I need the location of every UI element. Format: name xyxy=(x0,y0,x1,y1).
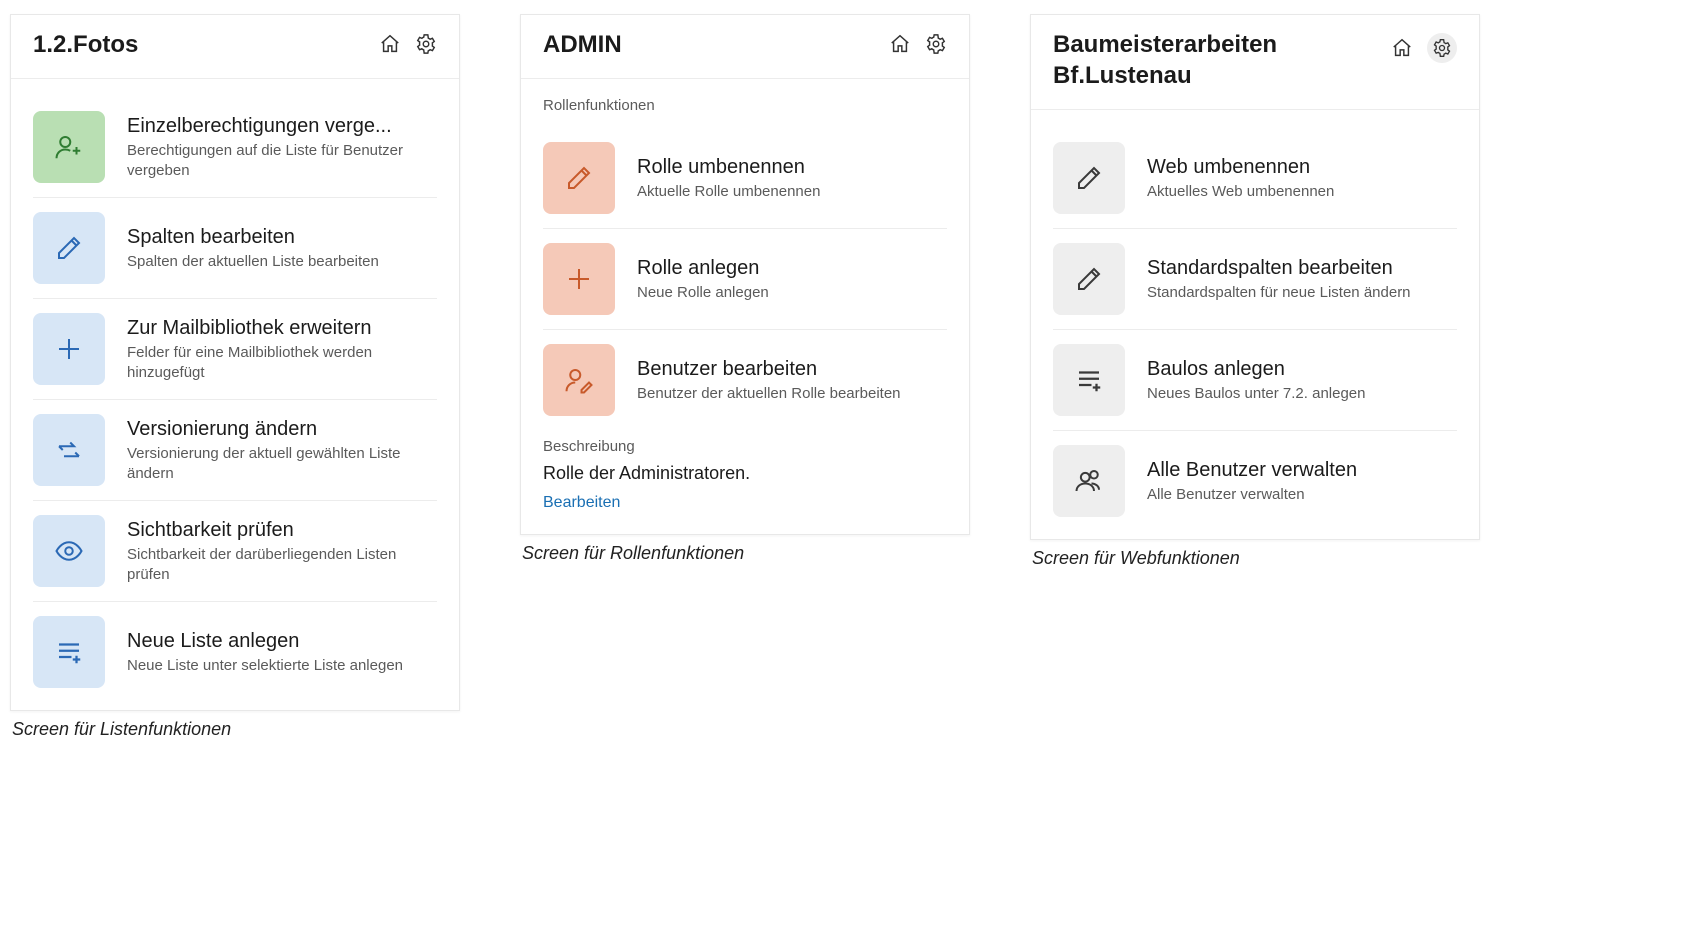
list-add-icon xyxy=(33,616,105,688)
create-baulos-item[interactable]: Baulos anlegen Neues Baulos unter 7.2. a… xyxy=(1053,330,1457,430)
panel-caption: Screen für Webfunktionen xyxy=(1032,548,1480,569)
item-title: Sichtbarkeit prüfen xyxy=(127,517,437,543)
item-sub: Neues Baulos unter 7.2. anlegen xyxy=(1147,384,1366,404)
visibility-item[interactable]: Sichtbarkeit prüfen Sichtbarkeit der dar… xyxy=(33,501,437,601)
item-sub: Aktuelles Web umbenennen xyxy=(1147,182,1334,202)
users-icon xyxy=(1053,445,1125,517)
item-title: Rolle anlegen xyxy=(637,255,769,281)
item-title: Benutzer bearbeiten xyxy=(637,356,901,382)
item-title: Spalten bearbeiten xyxy=(127,224,379,250)
gear-icon[interactable] xyxy=(415,33,437,55)
home-icon[interactable] xyxy=(889,33,911,55)
new-list-item[interactable]: Neue Liste anlegen Neue Liste unter sele… xyxy=(33,602,437,702)
panel-caption: Screen für Listenfunktionen xyxy=(12,719,460,740)
item-sub: Sichtbarkeit der darüberliegenden Listen… xyxy=(127,545,437,586)
item-sub: Neue Rolle anlegen xyxy=(637,283,769,303)
item-sub: Aktuelle Rolle umbenennen xyxy=(637,182,820,202)
item-sub: Versionierung der aktuell gewählten List… xyxy=(127,444,437,485)
versioning-item[interactable]: Versionierung ändern Versionierung der a… xyxy=(33,400,437,500)
edit-description-link[interactable]: Bearbeiten xyxy=(543,494,947,512)
gear-icon[interactable] xyxy=(1427,33,1457,63)
create-role-item[interactable]: Rolle anlegen Neue Rolle anlegen xyxy=(543,229,947,330)
rename-web-item[interactable]: Web umbenennen Aktuelles Web umbenennen xyxy=(1053,128,1457,229)
item-title: Einzelberechtigungen verge... xyxy=(127,113,437,139)
plus-icon xyxy=(543,243,615,315)
item-title: Baulos anlegen xyxy=(1147,356,1366,382)
item-title: Alle Benutzer verwalten xyxy=(1147,457,1357,483)
panel-title: 1.2.Fotos xyxy=(33,29,138,60)
web-functions-panel: Baumeisterarbeiten Bf.Lustenau Web umben… xyxy=(1030,14,1480,540)
gear-icon[interactable] xyxy=(925,33,947,55)
panel-caption: Screen für Rollenfunktionen xyxy=(522,543,970,564)
edit-columns-item[interactable]: Spalten bearbeiten Spalten der aktuellen… xyxy=(33,198,437,299)
item-sub: Neue Liste unter selektierte Liste anleg… xyxy=(127,656,403,676)
eye-icon xyxy=(33,515,105,587)
item-title: Rolle umbenennen xyxy=(637,154,820,180)
panel-title: ADMIN xyxy=(543,29,622,60)
item-sub: Spalten der aktuellen Liste bearbeiten xyxy=(127,252,379,272)
home-icon[interactable] xyxy=(379,33,401,55)
edit-users-item[interactable]: Benutzer bearbeiten Benutzer der aktuell… xyxy=(543,330,947,430)
manage-users-item[interactable]: Alle Benutzer verwalten Alle Benutzer ve… xyxy=(1053,431,1457,531)
item-sub: Berechtigungen auf die Liste für Benutze… xyxy=(127,141,437,182)
plus-icon xyxy=(33,313,105,385)
pencil-icon xyxy=(1053,142,1125,214)
item-title: Versionierung ändern xyxy=(127,416,437,442)
role-functions-panel: ADMIN Rollenfunktionen Rolle umbenennen … xyxy=(520,14,970,535)
pencil-icon xyxy=(543,142,615,214)
description-label: Beschreibung xyxy=(543,438,947,455)
user-plus-icon xyxy=(33,111,105,183)
user-edit-icon xyxy=(543,344,615,416)
list-functions-panel: 1.2.Fotos Einzelberechtigungen verge... … xyxy=(10,14,460,711)
home-icon[interactable] xyxy=(1391,37,1413,59)
item-sub: Felder für eine Mailbibliothek werden hi… xyxy=(127,343,437,384)
item-sub: Alle Benutzer verwalten xyxy=(1147,485,1357,505)
edit-default-columns-item[interactable]: Standardspalten bearbeiten Standardspalt… xyxy=(1053,229,1457,329)
version-icon xyxy=(33,414,105,486)
item-sub: Standardspalten für neue Listen ändern xyxy=(1147,283,1411,303)
item-title: Zur Mailbibliothek erweitern xyxy=(127,315,437,341)
section-label: Rollenfunktionen xyxy=(543,97,947,114)
rename-role-item[interactable]: Rolle umbenennen Aktuelle Rolle umbenenn… xyxy=(543,128,947,229)
item-sub: Benutzer der aktuellen Rolle bearbeiten xyxy=(637,384,901,404)
item-title: Neue Liste anlegen xyxy=(127,628,403,654)
permissions-item[interactable]: Einzelberechtigungen verge... Berechtigu… xyxy=(33,97,437,198)
item-title: Standardspalten bearbeiten xyxy=(1147,255,1411,281)
list-add-icon xyxy=(1053,344,1125,416)
extend-maillib-item[interactable]: Zur Mailbibliothek erweitern Felder für … xyxy=(33,299,437,399)
panel-title: Baumeisterarbeiten Bf.Lustenau xyxy=(1053,29,1391,91)
item-title: Web umbenennen xyxy=(1147,154,1334,180)
pencil-icon xyxy=(1053,243,1125,315)
pencil-icon xyxy=(33,212,105,284)
description-text: Rolle der Administratoren. xyxy=(543,463,947,484)
